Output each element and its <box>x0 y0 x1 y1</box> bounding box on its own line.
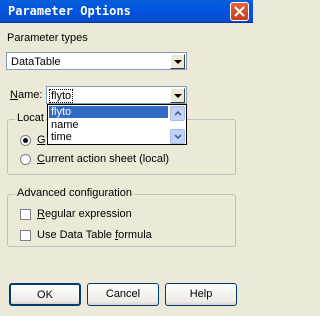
advanced-group-label: Advanced configuration <box>15 187 134 199</box>
scroll-down-button[interactable] <box>170 129 185 144</box>
title-bar: Parameter Options <box>0 0 253 23</box>
name-value: flyto <box>49 89 74 103</box>
location-group-label: Locat <box>15 112 46 124</box>
name-dropdown-button[interactable] <box>170 88 185 103</box>
window-title: Parameter Options <box>8 4 131 18</box>
cancel-button[interactable]: Cancel <box>87 283 159 306</box>
parameter-types-dropdown-button[interactable] <box>170 54 185 69</box>
chevron-up-icon <box>174 110 182 116</box>
parameter-types-select[interactable]: DataTable <box>6 52 187 70</box>
chevron-down-icon <box>174 134 182 140</box>
regex-checkbox[interactable] <box>20 209 31 220</box>
parameter-types-label: Parameter types <box>7 32 88 44</box>
chevron-down-icon <box>174 94 182 98</box>
dropdown-item-name[interactable]: name <box>49 119 168 131</box>
scroll-up-button[interactable] <box>170 106 185 121</box>
radio-dot <box>23 138 28 143</box>
global-radio[interactable] <box>20 135 31 146</box>
dropdown-item-time[interactable]: time <box>49 131 168 143</box>
global-radio-label: G <box>37 134 46 146</box>
parameter-types-value: DataTable <box>11 56 61 68</box>
local-radio[interactable] <box>20 154 31 165</box>
dropdown-item-flyto[interactable]: flyto <box>49 106 168 118</box>
name-label: Name: <box>10 89 43 101</box>
name-select[interactable]: flyto <box>46 86 187 104</box>
help-button[interactable]: Help <box>165 283 237 306</box>
close-icon <box>234 6 245 17</box>
close-button[interactable] <box>230 2 249 21</box>
data-table-formula-checkbox[interactable] <box>20 230 31 241</box>
name-dropdown-list[interactable]: flyto name time <box>47 104 187 145</box>
chevron-down-icon <box>174 60 182 64</box>
ok-button[interactable]: OK <box>9 283 81 306</box>
regex-label: Regular expression <box>37 208 132 220</box>
local-radio-label: Current action sheet (local) <box>37 153 170 165</box>
data-table-formula-label: Use Data Table formula <box>37 229 152 241</box>
